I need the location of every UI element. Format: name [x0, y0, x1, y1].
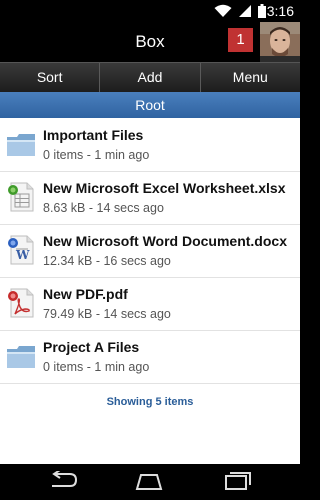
menu-button[interactable]: Menu [201, 63, 300, 93]
folder-icon [6, 128, 36, 160]
add-button[interactable]: Add [100, 63, 201, 93]
file-name: Important Files [43, 127, 144, 143]
word-file-icon: W [6, 234, 36, 266]
showing-count: Showing 5 items [106, 396, 194, 408]
file-name: New Microsoft Excel Worksheet.xlsx [43, 180, 286, 196]
sort-button[interactable]: Sort [0, 63, 101, 93]
toolbar: Sort Add Menu [0, 62, 300, 93]
recent-apps-icon[interactable] [222, 471, 252, 493]
file-meta: 12.34 kB - 16 secs ago [43, 254, 171, 268]
file-name: New PDF.pdf [43, 286, 128, 302]
list-item[interactable]: New PDF.pdf 79.49 kB - 14 secs ago [0, 277, 300, 331]
list-item[interactable]: Important Files 0 items - 1 min ago [0, 118, 300, 172]
file-meta: 0 items - 1 min ago [43, 360, 150, 374]
status-bar: 3:16 [0, 0, 300, 22]
file-list: Important Files 0 items - 1 min ago New … [0, 118, 300, 464]
status-time: 3:16 [266, 3, 294, 19]
list-item[interactable]: New Microsoft Excel Worksheet.xlsx 8.63 … [0, 171, 300, 225]
nav-bar [0, 464, 300, 500]
file-meta: 0 items - 1 min ago [43, 148, 150, 162]
file-meta: 8.63 kB - 14 secs ago [43, 201, 164, 215]
pdf-file-icon [6, 287, 36, 319]
notification-badge[interactable]: 1 [228, 28, 253, 52]
list-item[interactable]: Project A Files 0 items - 1 min ago [0, 330, 300, 384]
signal-icon [238, 4, 252, 23]
back-icon[interactable] [48, 469, 78, 493]
excel-file-icon [6, 181, 36, 213]
file-name: Project A Files [43, 339, 140, 355]
list-item[interactable]: W New Microsoft Word Document.docx 12.34… [0, 224, 300, 278]
app-bar: Box 1 [0, 22, 300, 62]
app-title: Box [135, 32, 165, 51]
avatar[interactable] [260, 22, 300, 62]
folder-icon [6, 340, 36, 372]
svg-text:W: W [15, 248, 30, 262]
breadcrumb[interactable]: Root [0, 92, 300, 118]
file-name: New Microsoft Word Document.docx [43, 233, 287, 249]
file-meta: 79.49 kB - 14 secs ago [43, 307, 171, 321]
battery-icon [258, 4, 266, 23]
home-icon[interactable] [134, 471, 164, 493]
wifi-icon [214, 4, 232, 23]
